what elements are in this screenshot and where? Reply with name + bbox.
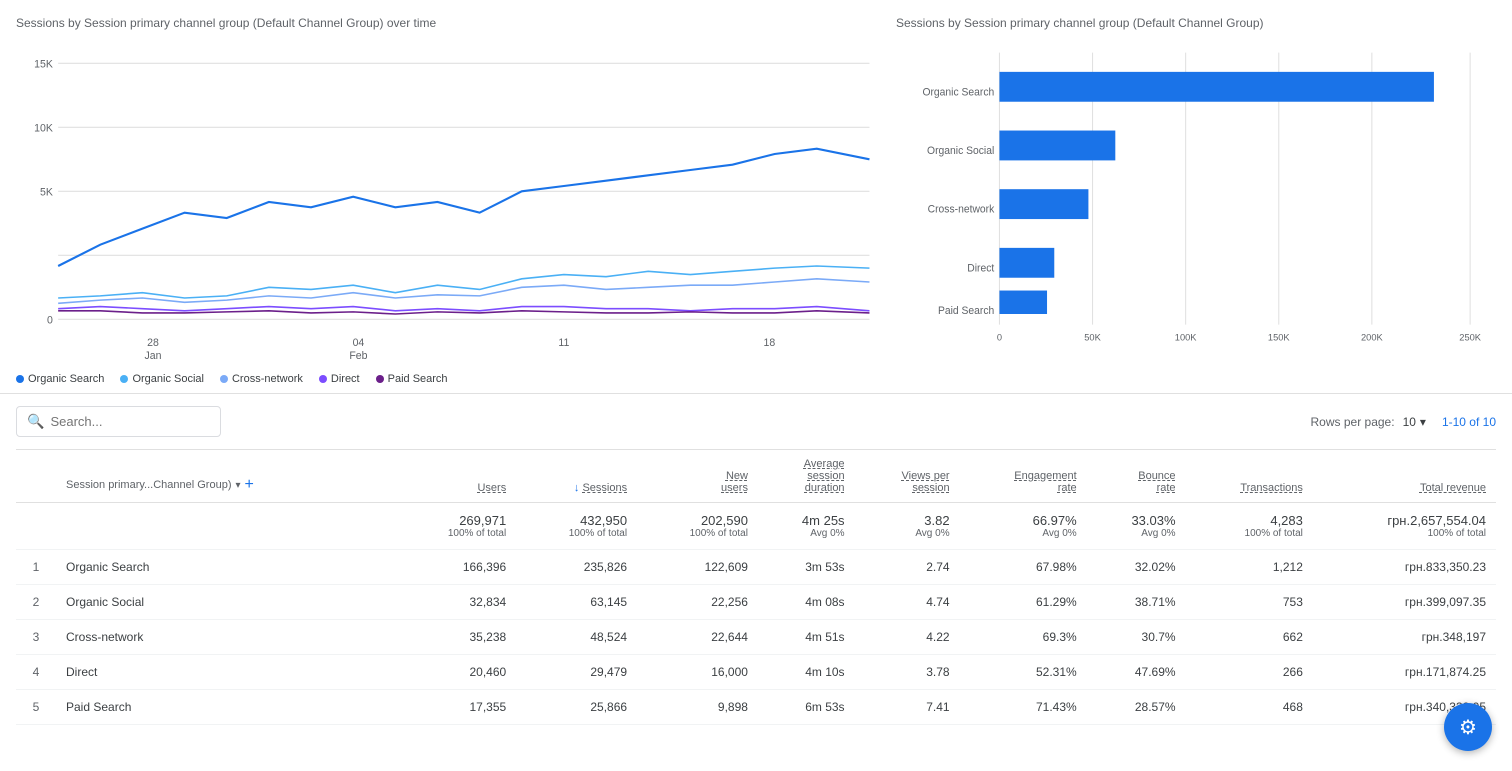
svg-text:Organic Search: Organic Search: [922, 86, 994, 98]
dimension-dropdown-icon[interactable]: ▾: [235, 480, 240, 491]
dimension-col-header[interactable]: Session primary...Channel Group) ▾ +: [56, 450, 395, 503]
svg-text:100K: 100K: [1175, 333, 1197, 344]
rows-per-page-select[interactable]: 10 ▾: [1403, 415, 1426, 429]
legend-organic-social[interactable]: Organic Social: [120, 373, 204, 385]
rank-col-header: [16, 450, 56, 503]
engagement-rate-col-header[interactable]: Engagementrate: [960, 450, 1087, 503]
legend-cross-network[interactable]: Cross-network: [220, 373, 303, 385]
svg-text:15K: 15K: [34, 59, 53, 71]
svg-text:Paid Search: Paid Search: [938, 305, 994, 317]
bar-chart-title: Sessions by Session primary channel grou…: [896, 16, 1496, 30]
svg-text:28: 28: [147, 337, 159, 349]
rows-per-page-label: Rows per page:: [1311, 415, 1395, 429]
legend-direct[interactable]: Direct: [319, 373, 360, 385]
new-users-col-header[interactable]: Newusers: [637, 450, 758, 503]
avg-duration-col-header[interactable]: Averagesessionduration: [758, 450, 855, 503]
table-row: 1 Organic Search 166,396 235,826 122,609…: [16, 550, 1496, 585]
data-table: Session primary...Channel Group) ▾ + Use…: [16, 450, 1496, 725]
svg-text:5K: 5K: [40, 187, 53, 199]
svg-text:0: 0: [47, 315, 53, 327]
svg-text:150K: 150K: [1268, 333, 1290, 344]
svg-text:200K: 200K: [1361, 333, 1383, 344]
table-controls: 🔍 Rows per page: 10 ▾ 1-10 of 10: [16, 394, 1496, 450]
table-row: 3 Cross-network 35,238 48,524 22,644 4m …: [16, 620, 1496, 655]
sessions-col-header[interactable]: ↓ Sessions: [516, 450, 637, 503]
fab-button[interactable]: ⚙: [1444, 703, 1492, 751]
line-chart-title: Sessions by Session primary channel grou…: [16, 16, 880, 30]
svg-text:18: 18: [764, 337, 776, 349]
legend-organic-search[interactable]: Organic Search: [16, 373, 104, 385]
svg-text:0: 0: [997, 333, 1002, 344]
views-per-session-col-header[interactable]: Views persession: [855, 450, 960, 503]
settings-icon: ⚙: [1459, 715, 1477, 740]
search-container[interactable]: 🔍: [16, 406, 221, 437]
svg-text:50K: 50K: [1084, 333, 1101, 344]
transactions-col-header[interactable]: Transactions: [1186, 450, 1313, 503]
users-col-header[interactable]: Users: [395, 450, 516, 503]
pagination-controls: Rows per page: 10 ▾ 1-10 of 10: [1311, 415, 1496, 429]
bounce-rate-col-header[interactable]: Bouncerate: [1087, 450, 1186, 503]
search-icon: 🔍: [27, 413, 44, 430]
svg-text:250K: 250K: [1459, 333, 1481, 344]
chevron-down-icon: ▾: [1420, 415, 1426, 429]
line-chart: 15K 10K 5K 0 28 Jan 04 Feb 11 18: [16, 42, 880, 365]
svg-text:Direct: Direct: [967, 262, 994, 274]
search-input[interactable]: [50, 414, 210, 429]
page-info: 1-10 of 10: [1442, 415, 1496, 429]
svg-text:Cross-network: Cross-network: [928, 204, 995, 216]
svg-text:10K: 10K: [34, 123, 53, 135]
totals-row: 269,971 100% of total 432,950 100% of to…: [16, 503, 1496, 550]
chart-legend: Organic Search Organic Social Cross-netw…: [16, 373, 880, 385]
svg-text:Jan: Jan: [144, 350, 161, 362]
svg-text:Organic Social: Organic Social: [927, 145, 994, 157]
svg-text:Feb: Feb: [349, 350, 367, 362]
legend-paid-search[interactable]: Paid Search: [376, 373, 448, 385]
table-row: 2 Organic Social 32,834 63,145 22,256 4m…: [16, 585, 1496, 620]
svg-text:04: 04: [353, 337, 365, 349]
add-column-button[interactable]: +: [245, 476, 254, 494]
table-row: 5 Paid Search 17,355 25,866 9,898 6m 53s…: [16, 690, 1496, 725]
total-revenue-col-header[interactable]: Total revenue: [1313, 450, 1496, 503]
table-row: 4 Direct 20,460 29,479 16,000 4m 10s 3.7…: [16, 655, 1496, 690]
svg-text:11: 11: [558, 337, 569, 349]
